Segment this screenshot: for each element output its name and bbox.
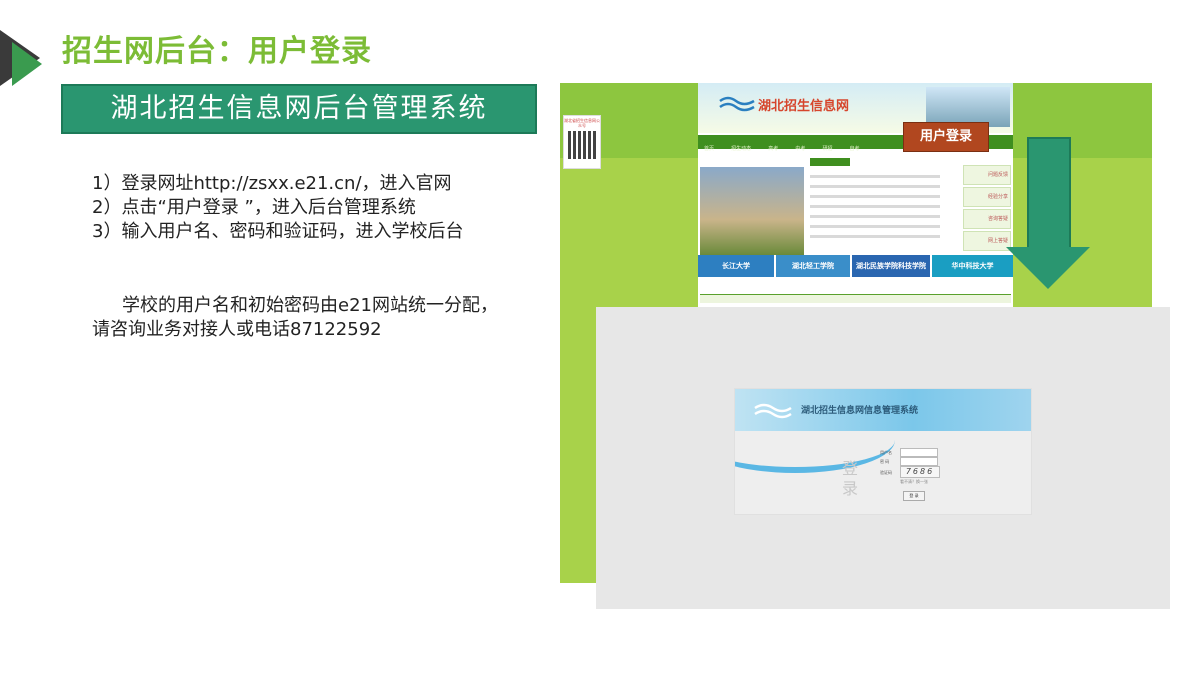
slide-title: 招生网后台：用户登录: [62, 34, 372, 69]
site-sidebar: 问题反馈 经验分享 咨询答疑 网上答疑: [963, 165, 1011, 251]
login-title: 湖北招生信息网信息管理系统: [801, 406, 919, 416]
sidebar-link[interactable]: 咨询答疑: [963, 209, 1011, 229]
note-line-1: 学校的用户名和初始密码由e21网站统一分配，: [122, 295, 498, 316]
down-arrow-icon: [1006, 247, 1090, 289]
sidebar-link[interactable]: 网上答疑: [963, 231, 1011, 251]
username-input[interactable]: [900, 448, 938, 457]
partner-logo[interactable]: 湖北轻工学院: [776, 255, 850, 277]
user-login-button[interactable]: 用户登录: [903, 122, 989, 152]
sidebar-link[interactable]: 经验分享: [963, 187, 1011, 207]
site-page: 湖北招生信息网 首页 招生动态 高考 中考 研招 自考 用户登录 问题反馈 经验…: [698, 83, 1013, 307]
nav-item-home[interactable]: 首页: [704, 146, 714, 152]
news-line[interactable]: [810, 225, 940, 228]
username-label: 用户名: [880, 450, 892, 455]
corner-decoration-green: [12, 42, 42, 86]
note-line-2: 请咨询业务对接人或电话87122592: [92, 319, 382, 340]
account-note: 学校的用户名和初始密码由e21网站统一分配， 请咨询业务对接人或电话871225…: [92, 294, 552, 342]
news-line[interactable]: [810, 175, 940, 178]
step-2: 2）点击“用户登录 ”，进入后台管理系统: [92, 197, 416, 218]
news-line[interactable]: [810, 205, 940, 208]
news-photo: [700, 167, 804, 255]
password-input[interactable]: [900, 457, 938, 466]
system-banner: 湖北招生信息网后台管理系统: [61, 84, 537, 134]
step-1: 1）登录网址http://zsxx.e21.cn/，进入官网: [92, 173, 452, 194]
news-line[interactable]: [810, 235, 940, 238]
partner-logo[interactable]: 湖北民族学院科技学院: [852, 255, 930, 277]
partner-logo[interactable]: 长江大学: [698, 255, 774, 277]
news-header: [810, 158, 850, 166]
nav-item-yanzhao[interactable]: 研招: [822, 146, 832, 152]
nav-item-zhongkao[interactable]: 中考: [795, 146, 805, 152]
news-line[interactable]: [810, 185, 940, 188]
captcha-image[interactable]: 7686: [900, 466, 940, 478]
partner-logo[interactable]: 华中科技大学: [932, 255, 1013, 277]
nav-item-zikao[interactable]: 自考: [850, 146, 860, 152]
login-side-text: 登录: [841, 459, 858, 498]
backend-login-screenshot: 湖北招生信息网信息管理系统 登录 用户名 密 码 验证码 7686 看不清？换一…: [596, 307, 1170, 609]
captcha-label: 验证码: [880, 470, 892, 475]
captcha-tip[interactable]: 看不清？换一张: [900, 479, 928, 485]
login-box: 湖北招生信息网信息管理系统 登录 用户名 密 码 验证码 7686 看不清？换一…: [734, 388, 1032, 515]
submit-button[interactable]: 登 录: [903, 491, 925, 501]
partner-logos: 长江大学 湖北轻工学院 湖北民族学院科技学院 华中科技大学: [698, 255, 1013, 277]
qr-code-icon: [568, 131, 596, 159]
down-arrow-shaft: [1027, 137, 1071, 251]
news-line[interactable]: [810, 215, 940, 218]
waves-logo-icon: [719, 96, 755, 112]
bridge-photo: [926, 87, 1010, 127]
qr-caption: 湖北省招生信息网公众号: [564, 118, 600, 128]
waves-logo-icon: [754, 403, 792, 419]
news-line[interactable]: [810, 195, 940, 198]
nav-item-news[interactable]: 招生动态: [731, 146, 751, 152]
site-logo: 湖北招生信息网: [758, 99, 850, 114]
steps-list: 1）登录网址http://zsxx.e21.cn/，进入官网 2）点击“用户登录…: [92, 172, 463, 244]
password-label: 密 码: [880, 459, 890, 464]
nav-item-gaokao[interactable]: 高考: [768, 146, 778, 152]
qr-panel: 湖北省招生信息网公众号: [563, 115, 601, 169]
site-section-bar: [700, 294, 1011, 303]
sidebar-link[interactable]: 问题反馈: [963, 165, 1011, 185]
step-3: 3）输入用户名、密码和验证码，进入学校后台: [92, 221, 464, 242]
